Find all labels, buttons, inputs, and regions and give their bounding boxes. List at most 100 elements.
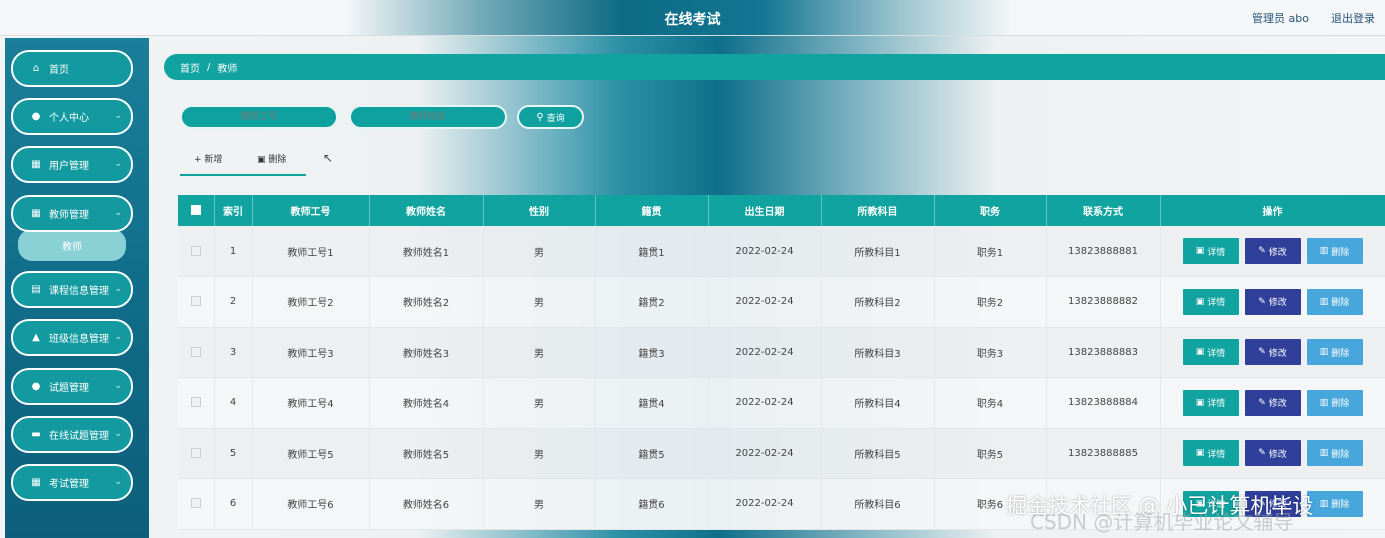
sidebar-item-label: 教师管理 [49,210,89,221]
table-cell-gender: 男 [483,377,596,429]
column-header: 操作 [1160,195,1385,226]
row-select-cell[interactable] [178,327,215,378]
table-row: 2 教师工号2 教师姓名2 男籍贯2 2022-02-24 所教科目2 职务2 1382388… [178,276,1385,328]
sidebar-item[interactable]: ▦ 用户管理 ⌄ [11,146,133,183]
edit-button[interactable]: ✎ 修改 [1244,238,1301,264]
delete-button[interactable]: ▥ 删除 [1306,490,1363,517]
table-cell-index: 1 [214,226,253,277]
edit-button[interactable]: ✎ 修改 [1244,440,1301,467]
detail-button[interactable]: ▣ 详情 [1182,238,1239,264]
row-select-cell[interactable] [178,377,215,429]
column-header: 性别 [483,195,596,226]
add-button-label: 新增 [204,155,223,165]
edit-icon: ✎ [1258,448,1266,459]
row-checkbox[interactable] [190,447,201,458]
table-cell-operations: ▣ 详情 ✎ 修改 ▥ 删除 [1160,428,1385,479]
row-checkbox[interactable] [190,397,201,408]
row-select-cell[interactable] [178,276,215,328]
detail-button[interactable]: ▣ 详情 [1182,440,1239,467]
row-checkbox[interactable] [190,296,201,307]
table-cell-teacher-id: 教师工号4 [252,377,370,429]
top-bar: 在线考试 管理员 abo 退出登录 [0,0,1385,36]
delete-button[interactable]: ▥ 删除 [1306,238,1363,264]
delete-button[interactable]: ▥ 删除 [1306,389,1363,416]
table-cell-operations: ▣ 详情 ✎ 修改 ▥ 删除 [1160,226,1385,277]
sidebar-item[interactable]: ▬ 在线试题管理 ⌄ [11,416,133,453]
edit-icon: ✎ [1258,347,1266,358]
breadcrumb-home[interactable]: 首页 [180,60,200,75]
detail-button[interactable]: ▣ 详情 [1182,288,1239,315]
edit-button-label: 修改 [1268,348,1287,359]
edit-button[interactable]: ✎ 修改 [1244,288,1301,315]
row-checkbox[interactable] [190,245,201,256]
table-cell-phone: 13823888881 [1046,226,1161,277]
delete-button[interactable]: ▥ 删除 [1306,440,1363,467]
delete-button[interactable]: ▥ 删除 [1306,288,1363,315]
action-tab-underline [180,174,306,176]
column-header: 索引 [214,195,253,226]
detail-button-label: 详情 [1207,298,1226,309]
trash-icon: ▥ [1319,347,1329,358]
sidebar-item-label: 试题管理 [49,383,89,394]
table-cell-birth: 2022-02-24 [708,276,822,328]
mouse-cursor-icon: ↖ [323,151,334,165]
column-header: 籍贯 [595,195,709,226]
detail-button[interactable]: ▣ 详情 [1182,339,1239,366]
trash-icon: ▥ [1319,397,1329,408]
table-cell-operations: ▣ 详情 ✎ 修改 ▥ 删除 [1160,327,1385,378]
table-cell-hometown: 籍贯5 [595,428,709,479]
edit-button[interactable]: ✎ 修改 [1244,389,1301,416]
trash-icon: ▣ [257,155,269,165]
teacher-name-search-input[interactable] [349,105,507,129]
row-select-cell[interactable] [178,478,215,530]
row-select-cell[interactable] [178,428,215,479]
sidebar-item[interactable]: ● 个人中心 ⌄ [11,98,133,135]
logout-link[interactable]: 退出登录 [1331,10,1375,26]
chevron-down-icon: ⌄ [114,477,122,487]
detail-button[interactable]: ▣ 详情 [1182,389,1239,416]
batch-delete-button[interactable]: ▣ 删除 [257,152,286,165]
table-cell-teacher-id: 教师工号2 [252,276,370,328]
table-cell-birth: 2022-02-24 [708,377,822,429]
table-cell-gender: 男 [483,478,596,530]
table-cell-position: 职务5 [934,428,1047,479]
table-row: 4 教师工号4 教师姓名4 男籍贯4 2022-02-24 所教科目4 职务4 1382388… [178,377,1385,429]
row-checkbox[interactable] [190,498,201,509]
chevron-down-icon: ⌄ [114,284,122,294]
column-header: 教师姓名 [369,195,484,226]
table-cell-gender: 男 [483,327,596,378]
column-header: 联系方式 [1046,195,1161,226]
row-checkbox[interactable] [190,346,201,357]
table-cell-subject: 所教科目4 [821,377,935,429]
sidebar-item[interactable]: ▦ 考试管理 ⌄ [11,464,133,501]
teacher-id-search-input[interactable] [180,105,338,129]
delete-button-label: 删除 [1331,247,1350,258]
table-cell-subject: 所教科目3 [821,327,935,378]
search-button[interactable]: ⚲ 查询 [517,105,584,129]
sidebar-item[interactable]: ▲ 班级信息管理 ⌄ [11,319,133,356]
select-all-cell[interactable] [178,195,215,226]
add-button[interactable]: + 新增 [194,152,222,165]
detail-icon: ▣ [1195,397,1205,408]
row-select-cell[interactable] [178,226,215,277]
detail-icon: ▣ [1195,246,1205,256]
table-cell-teacher-id: 教师工号6 [252,478,370,530]
table-row: 1 教师工号1 教师姓名1 男籍贯1 2022-02-24 所教科目1 职务1 1382388… [178,226,1385,277]
detail-button-label: 详情 [1207,399,1226,410]
sidebar-item[interactable]: ● 试题管理 ⌄ [11,368,133,405]
sidebar-item-label: 课程信息管理 [49,286,109,297]
sidebar-item[interactable]: ▤ 课程信息管理 ⌄ [11,271,133,308]
sidebar-item[interactable]: ⌂ 首页 [11,50,133,87]
table-cell-birth: 2022-02-24 [708,478,822,530]
sidebar-item[interactable]: ▦ 教师管理 ⌄ [11,195,133,232]
select-all-checkbox[interactable] [190,205,201,215]
delete-button[interactable]: ▥ 删除 [1306,339,1363,366]
table-cell-name: 教师姓名5 [369,428,484,479]
submenu-item-teacher[interactable]: 教师 [18,229,126,261]
thumbs-up-icon: ▲ [32,332,40,343]
breadcrumb-separator: / [207,61,211,73]
plus-icon: + [194,155,205,165]
table-cell-phone: 13823888884 [1046,377,1161,429]
edit-button[interactable]: ✎ 修改 [1244,339,1301,366]
table-cell-index: 2 [214,276,253,328]
